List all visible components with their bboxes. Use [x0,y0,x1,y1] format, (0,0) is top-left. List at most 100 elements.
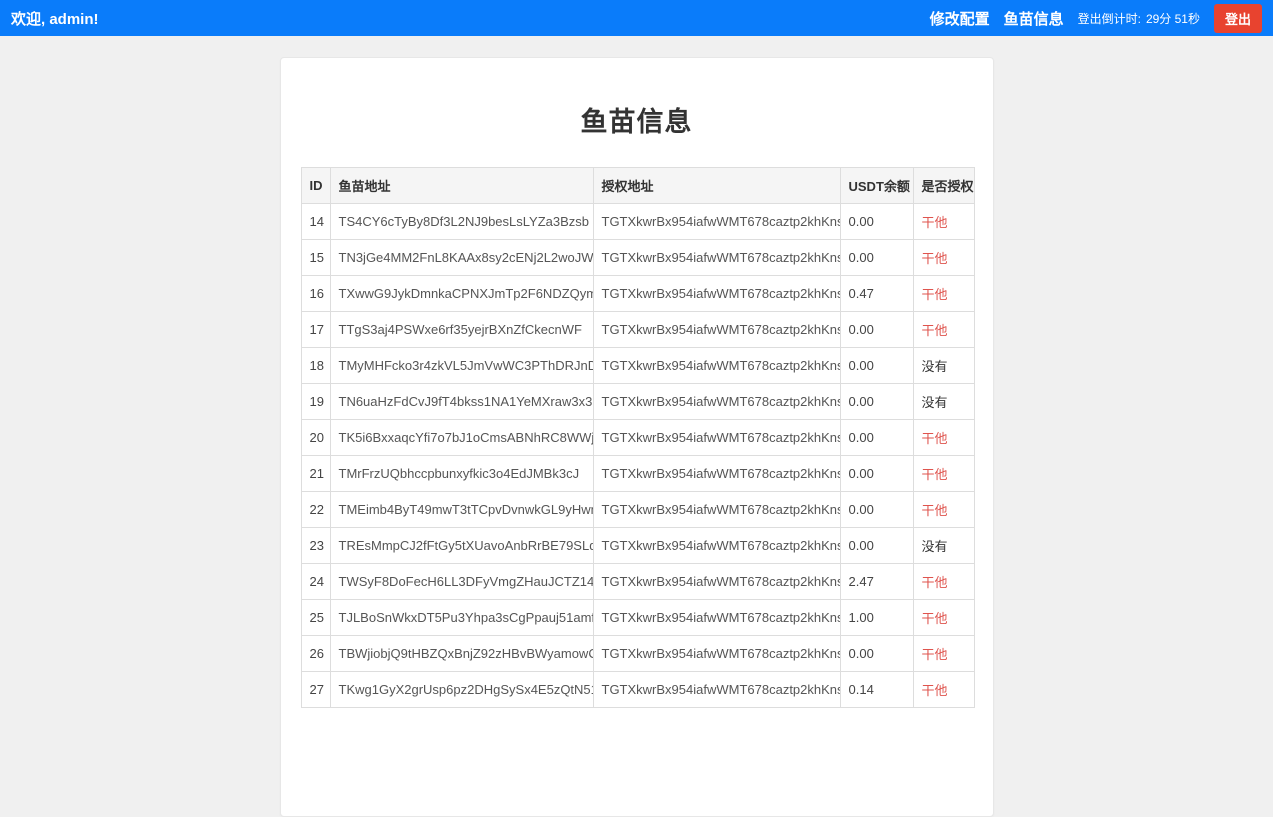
cell-auth-address: TGTXkwrBx954iafwWMT678caztp2khKnsM [593,348,840,384]
logout-countdown: 登出倒计时: 29分 51秒 [1078,10,1200,27]
cell-address: TMEimb4ByT49mwT3tTCpvDvnwkGL9yHwmM [330,492,593,528]
nav-link-modify-config[interactable]: 修改配置 [930,8,990,29]
cell-address: TWSyF8DoFecH6LL3DFyVmgZHauJCTZ14GE [330,564,593,600]
cell-auth-address: TGTXkwrBx954iafwWMT678caztp2khKnsM [593,384,840,420]
cell-address: TK5i6BxxaqcYfi7o7bJ1oCmsABNhRC8WWj [330,420,593,456]
cell-status[interactable]: 干他 [913,312,974,348]
logout-countdown-label: 登出倒计时: [1078,10,1141,27]
cell-address: TMrFrzUQbhccpbunxyfkic3o4EdJMBk3cJ [330,456,593,492]
cell-id: 18 [301,348,330,384]
cell-address: TREsMmpCJ2fFtGy5tXUavoAnbRrBE79SLq [330,528,593,564]
cell-status[interactable]: 干他 [913,420,974,456]
nav-link-fish-info[interactable]: 鱼苗信息 [1004,8,1064,29]
cell-auth-address: TGTXkwrBx954iafwWMT678caztp2khKnsM [593,564,840,600]
cell-status[interactable]: 干他 [913,564,974,600]
logout-button[interactable]: 登出 [1214,4,1262,33]
cell-status[interactable]: 干他 [913,276,974,312]
cell-usdt-balance: 0.00 [840,204,913,240]
cell-auth-address: TGTXkwrBx954iafwWMT678caztp2khKnsM [593,528,840,564]
table-row: 24 TWSyF8DoFecH6LL3DFyVmgZHauJCTZ14GE TG… [301,564,974,600]
cell-status[interactable]: 干他 [913,636,974,672]
table-row: 18 TMyMHFcko3r4zkVL5JmVwWC3PThDRJnDMa TG… [301,348,974,384]
cell-id: 15 [301,240,330,276]
cell-usdt-balance: 0.00 [840,348,913,384]
cell-auth-address: TGTXkwrBx954iafwWMT678caztp2khKnsM [593,492,840,528]
table-header: ID 鱼苗地址 授权地址 USDT余额 是否授权 [301,168,974,204]
cell-usdt-balance: 0.00 [840,384,913,420]
cell-usdt-balance: 2.47 [840,564,913,600]
table-row: 14 TS4CY6cTyBy8Df3L2NJ9besLsLYZa3Bzsb TG… [301,204,974,240]
table-body: 14 TS4CY6cTyBy8Df3L2NJ9besLsLYZa3Bzsb TG… [301,204,974,708]
cell-address: TTgS3aj4PSWxe6rf35yejrBXnZfCkecnWF [330,312,593,348]
table-row: 16 TXwwG9JykDmnkaCPNXJmTp2F6NDZQymsm9 TG… [301,276,974,312]
top-navbar: 欢迎, admin! 修改配置 鱼苗信息 登出倒计时: 29分 51秒 登出 [0,0,1273,36]
table-row: 23 TREsMmpCJ2fFtGy5tXUavoAnbRrBE79SLq TG… [301,528,974,564]
cell-address: TMyMHFcko3r4zkVL5JmVwWC3PThDRJnDMa [330,348,593,384]
cell-address: TBWjiobjQ9tHBZQxBnjZ92zHBvBWyamowC [330,636,593,672]
cell-status[interactable]: 干他 [913,204,974,240]
cell-auth-address: TGTXkwrBx954iafwWMT678caztp2khKnsM [593,204,840,240]
cell-status[interactable]: 干他 [913,456,974,492]
cell-id: 16 [301,276,330,312]
table-row: 27 TKwg1GyX2grUsp6pz2DHgSySx4E5zQtN51 TG… [301,672,974,708]
cell-address: TN3jGe4MM2FnL8KAAx8sy2cENj2L2woJWS [330,240,593,276]
cell-status[interactable]: 干他 [913,600,974,636]
cell-id: 14 [301,204,330,240]
column-header-authorized: 是否授权 [913,168,974,204]
cell-status[interactable]: 干他 [913,240,974,276]
cell-id: 20 [301,420,330,456]
table-row: 17 TTgS3aj4PSWxe6rf35yejrBXnZfCkecnWF TG… [301,312,974,348]
cell-id: 26 [301,636,330,672]
cell-status: 没有 [913,348,974,384]
content-card: 鱼苗信息 ID 鱼苗地址 授权地址 USDT余额 是否授权 14 TS4CY6c… [280,57,994,817]
column-header-auth-address: 授权地址 [593,168,840,204]
cell-usdt-balance: 0.00 [840,420,913,456]
cell-auth-address: TGTXkwrBx954iafwWMT678caztp2khKnsM [593,636,840,672]
column-header-address: 鱼苗地址 [330,168,593,204]
cell-id: 24 [301,564,330,600]
table-row: 20 TK5i6BxxaqcYfi7o7bJ1oCmsABNhRC8WWj TG… [301,420,974,456]
welcome-text: 欢迎, admin! [11,8,99,29]
cell-auth-address: TGTXkwrBx954iafwWMT678caztp2khKnsM [593,456,840,492]
cell-auth-address: TGTXkwrBx954iafwWMT678caztp2khKnsM [593,240,840,276]
cell-status: 没有 [913,528,974,564]
cell-status[interactable]: 干他 [913,672,974,708]
cell-address: TN6uaHzFdCvJ9fT4bkss1NA1YeMXraw3x3 [330,384,593,420]
cell-id: 23 [301,528,330,564]
cell-address: TS4CY6cTyBy8Df3L2NJ9besLsLYZa3Bzsb [330,204,593,240]
cell-address: TKwg1GyX2grUsp6pz2DHgSySx4E5zQtN51 [330,672,593,708]
column-header-usdt-balance: USDT余额 [840,168,913,204]
cell-usdt-balance: 0.47 [840,276,913,312]
cell-auth-address: TGTXkwrBx954iafwWMT678caztp2khKnsM [593,276,840,312]
cell-id: 22 [301,492,330,528]
cell-id: 27 [301,672,330,708]
cell-usdt-balance: 0.00 [840,240,913,276]
cell-usdt-balance: 1.00 [840,600,913,636]
cell-auth-address: TGTXkwrBx954iafwWMT678caztp2khKnsM [593,672,840,708]
cell-id: 21 [301,456,330,492]
table-row: 25 TJLBoSnWkxDT5Pu3Yhpa3sCgPpauj51amf TG… [301,600,974,636]
table-row: 22 TMEimb4ByT49mwT3tTCpvDvnwkGL9yHwmM TG… [301,492,974,528]
cell-id: 19 [301,384,330,420]
cell-address: TJLBoSnWkxDT5Pu3Yhpa3sCgPpauj51amf [330,600,593,636]
cell-auth-address: TGTXkwrBx954iafwWMT678caztp2khKnsM [593,312,840,348]
fish-info-table: ID 鱼苗地址 授权地址 USDT余额 是否授权 14 TS4CY6cTyBy8… [301,167,975,708]
cell-usdt-balance: 0.00 [840,636,913,672]
table-row: 21 TMrFrzUQbhccpbunxyfkic3o4EdJMBk3cJ TG… [301,456,974,492]
column-header-id: ID [301,168,330,204]
cell-usdt-balance: 0.00 [840,528,913,564]
cell-usdt-balance: 0.00 [840,456,913,492]
navbar-right: 修改配置 鱼苗信息 登出倒计时: 29分 51秒 登出 [930,4,1262,33]
page-title: 鱼苗信息 [301,100,973,139]
cell-auth-address: TGTXkwrBx954iafwWMT678caztp2khKnsM [593,420,840,456]
cell-auth-address: TGTXkwrBx954iafwWMT678caztp2khKnsM [593,600,840,636]
cell-usdt-balance: 0.00 [840,312,913,348]
cell-status[interactable]: 干他 [913,492,974,528]
cell-id: 17 [301,312,330,348]
logout-countdown-value: 29分 51秒 [1146,10,1200,27]
table-row: 19 TN6uaHzFdCvJ9fT4bkss1NA1YeMXraw3x3 TG… [301,384,974,420]
cell-address: TXwwG9JykDmnkaCPNXJmTp2F6NDZQymsm9 [330,276,593,312]
cell-usdt-balance: 0.14 [840,672,913,708]
cell-usdt-balance: 0.00 [840,492,913,528]
table-row: 15 TN3jGe4MM2FnL8KAAx8sy2cENj2L2woJWS TG… [301,240,974,276]
